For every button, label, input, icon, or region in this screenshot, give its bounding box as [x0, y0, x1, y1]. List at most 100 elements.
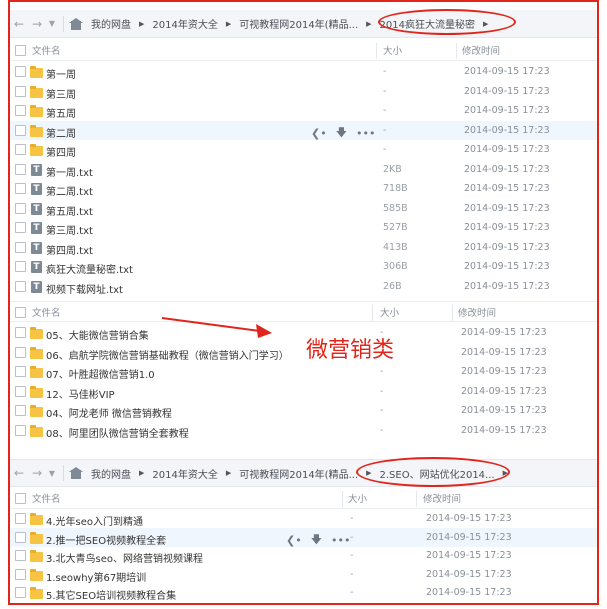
- file-name[interactable]: 疯狂大流量秘密.txt: [46, 261, 133, 276]
- row-checkbox[interactable]: [15, 424, 26, 436]
- file-name[interactable]: 08、阿里团队微信营销全套教程: [46, 425, 189, 440]
- file-row[interactable]: 05、大能微信营销合集 -2014-09-15 17:23: [10, 323, 597, 343]
- history-dropdown-icon[interactable]: ▼: [46, 469, 58, 478]
- row-checkbox[interactable]: [15, 222, 26, 233]
- row-checkbox[interactable]: [15, 105, 26, 116]
- file-name[interactable]: 第五周: [46, 105, 76, 120]
- share-icon[interactable]: ❮•: [286, 534, 302, 547]
- file-row[interactable]: T 第四周.txt 413B 2014-09-15 17:23: [10, 238, 597, 258]
- file-name[interactable]: 第三周.txt: [46, 222, 93, 237]
- breadcrumb-item[interactable]: 我的网盘: [87, 16, 135, 31]
- history-dropdown-icon[interactable]: ▼: [46, 19, 58, 28]
- home-icon[interactable]: [69, 467, 83, 479]
- row-checkbox[interactable]: [15, 405, 26, 416]
- forward-arrow-icon[interactable]: →: [28, 466, 46, 480]
- file-name[interactable]: 5.其它SEO培训视频教程合集: [46, 587, 176, 602]
- more-icon[interactable]: •••: [356, 127, 375, 140]
- row-checkbox[interactable]: [15, 85, 26, 97]
- row-checkbox[interactable]: [15, 587, 26, 598]
- back-arrow-icon[interactable]: ←: [10, 466, 28, 480]
- file-name[interactable]: 视频下载网址.txt: [46, 281, 123, 296]
- file-name[interactable]: 07、叶胜超微信营销1.0: [46, 366, 155, 381]
- file-row[interactable]: 5.其它SEO培训视频教程合集 - 2014-09-15 17:23: [10, 583, 597, 603]
- file-name[interactable]: 第四周.txt: [46, 242, 93, 257]
- share-icon[interactable]: ❮•: [311, 127, 327, 140]
- file-name[interactable]: 第五周.txt: [46, 203, 93, 218]
- file-row[interactable]: 12、马佳彬VIP - 2014-09-15 17:23: [10, 382, 597, 402]
- file-row[interactable]: T 第三周.txt 527B 2014-09-15 17:23: [10, 218, 597, 238]
- file-name[interactable]: 第一周.txt: [46, 164, 93, 179]
- file-row[interactable]: T 第五周.txt 585B 2014-09-15 17:23: [10, 199, 597, 219]
- file-row[interactable]: 07、叶胜超微信营销1.0 - 2014-09-15 17:23: [10, 362, 597, 382]
- row-checkbox[interactable]: [15, 568, 26, 580]
- breadcrumb-item[interactable]: 2014年资大全: [148, 16, 221, 31]
- breadcrumb-item[interactable]: 可视教程网2014年(精品...: [235, 466, 362, 481]
- file-row[interactable]: 1.seowhy第67期培训 - 2014-09-15 17:23: [10, 565, 597, 585]
- file-row[interactable]: 2.推一把SEO视频教程全套 ❮• 🡇 ••• -2014-09-15 17:23: [10, 527, 597, 547]
- column-name[interactable]: 文件名: [32, 491, 61, 505]
- file-row[interactable]: T 第二周.txt 718B 2014-09-15 17:23: [10, 179, 597, 199]
- row-checkbox[interactable]: [15, 346, 26, 358]
- more-icon[interactable]: •••: [331, 534, 350, 547]
- breadcrumb-item[interactable]: 2014年资大全: [148, 466, 221, 481]
- row-checkbox[interactable]: [15, 183, 26, 194]
- file-name[interactable]: 04、阿龙老师 微信营销教程: [46, 405, 172, 420]
- breadcrumb-item[interactable]: 我的网盘: [87, 466, 135, 481]
- column-name[interactable]: 文件名: [32, 305, 61, 319]
- file-row[interactable]: 第五周 - 2014-09-15 17:23: [10, 101, 597, 121]
- breadcrumb-current[interactable]: 2.SEO、网站优化2014...: [376, 466, 499, 481]
- row-checkbox[interactable]: [15, 261, 26, 272]
- select-all-checkbox[interactable]: [15, 493, 26, 504]
- column-time[interactable]: 修改时间: [462, 43, 500, 57]
- file-name[interactable]: 第一周: [46, 66, 76, 81]
- row-checkbox[interactable]: [15, 327, 26, 338]
- row-checkbox[interactable]: [15, 280, 26, 292]
- row-checkbox[interactable]: [15, 241, 26, 253]
- row-checkbox[interactable]: [15, 163, 26, 175]
- select-all-checkbox[interactable]: [15, 45, 26, 56]
- breadcrumb-current[interactable]: 2014疯狂大流量秘密: [376, 16, 479, 31]
- file-name[interactable]: 第二周.txt: [46, 183, 93, 198]
- file-row[interactable]: 第二周 ❮• 🡇 ••• -2014-09-15 17:23: [10, 120, 597, 140]
- file-name[interactable]: 12、马佳彬VIP: [46, 386, 115, 401]
- file-row[interactable]: 3.北大青鸟seo、网络营销视频课程 - 2014-09-15 17:23: [10, 546, 597, 566]
- file-name[interactable]: 第三周: [46, 86, 76, 101]
- row-checkbox[interactable]: [15, 144, 26, 155]
- file-name[interactable]: 3.北大青鸟seo、网络营销视频课程: [46, 550, 203, 565]
- column-time[interactable]: 修改时间: [423, 491, 461, 505]
- file-row[interactable]: 第一周 - 2014-09-15 17:23: [10, 62, 597, 82]
- file-name[interactable]: 06、启航学院微信营销基础教程（微信营销入门学习）: [46, 347, 289, 362]
- file-row[interactable]: T 疯狂大流量秘密.txt 306B 2014-09-15 17:23: [10, 257, 597, 277]
- file-name[interactable]: 1.seowhy第67期培训: [46, 569, 146, 584]
- file-row[interactable]: T 第一周.txt 2KB 2014-09-15 17:23: [10, 160, 597, 180]
- forward-arrow-icon[interactable]: →: [28, 17, 46, 31]
- back-arrow-icon[interactable]: ←: [10, 17, 28, 31]
- row-checkbox[interactable]: [15, 202, 26, 214]
- file-name[interactable]: 05、大能微信营销合集: [46, 327, 149, 342]
- file-row[interactable]: 第三周 - 2014-09-15 17:23: [10, 82, 597, 102]
- file-name[interactable]: 第四周: [46, 144, 76, 159]
- row-checkbox[interactable]: [15, 124, 26, 136]
- file-name[interactable]: 第二周: [46, 125, 76, 140]
- row-checkbox[interactable]: [15, 550, 26, 561]
- row-checkbox[interactable]: [15, 513, 26, 524]
- column-size[interactable]: 大小: [348, 491, 367, 505]
- row-checkbox[interactable]: [15, 366, 26, 377]
- file-row[interactable]: 第四周 - 2014-09-15 17:23: [10, 140, 597, 160]
- column-time[interactable]: 修改时间: [458, 305, 496, 319]
- column-size[interactable]: 大小: [383, 43, 402, 57]
- breadcrumb-item[interactable]: 可视教程网2014年(精品...: [235, 16, 362, 31]
- file-row[interactable]: T 视频下载网址.txt 26B 2014-09-15 17:23: [10, 277, 597, 297]
- file-row[interactable]: 04、阿龙老师 微信营销教程 - 2014-09-15 17:23: [10, 401, 597, 421]
- file-row[interactable]: 06、启航学院微信营销基础教程（微信营销入门学习） -2014-09-15 17:…: [10, 343, 597, 363]
- file-name[interactable]: 4.光年seo入门到精通: [46, 513, 143, 528]
- row-checkbox[interactable]: [15, 531, 26, 543]
- file-name[interactable]: 2.推一把SEO视频教程全套: [46, 532, 166, 547]
- column-name[interactable]: 文件名: [32, 43, 61, 57]
- select-all-checkbox[interactable]: [15, 307, 26, 318]
- column-size[interactable]: 大小: [380, 305, 399, 319]
- row-checkbox[interactable]: [15, 66, 26, 77]
- file-row[interactable]: 08、阿里团队微信营销全套教程 - 2014-09-15 17:23: [10, 421, 597, 441]
- file-row[interactable]: 4.光年seo入门到精通 - 2014-09-15 17:23: [10, 509, 597, 529]
- row-checkbox[interactable]: [15, 385, 26, 397]
